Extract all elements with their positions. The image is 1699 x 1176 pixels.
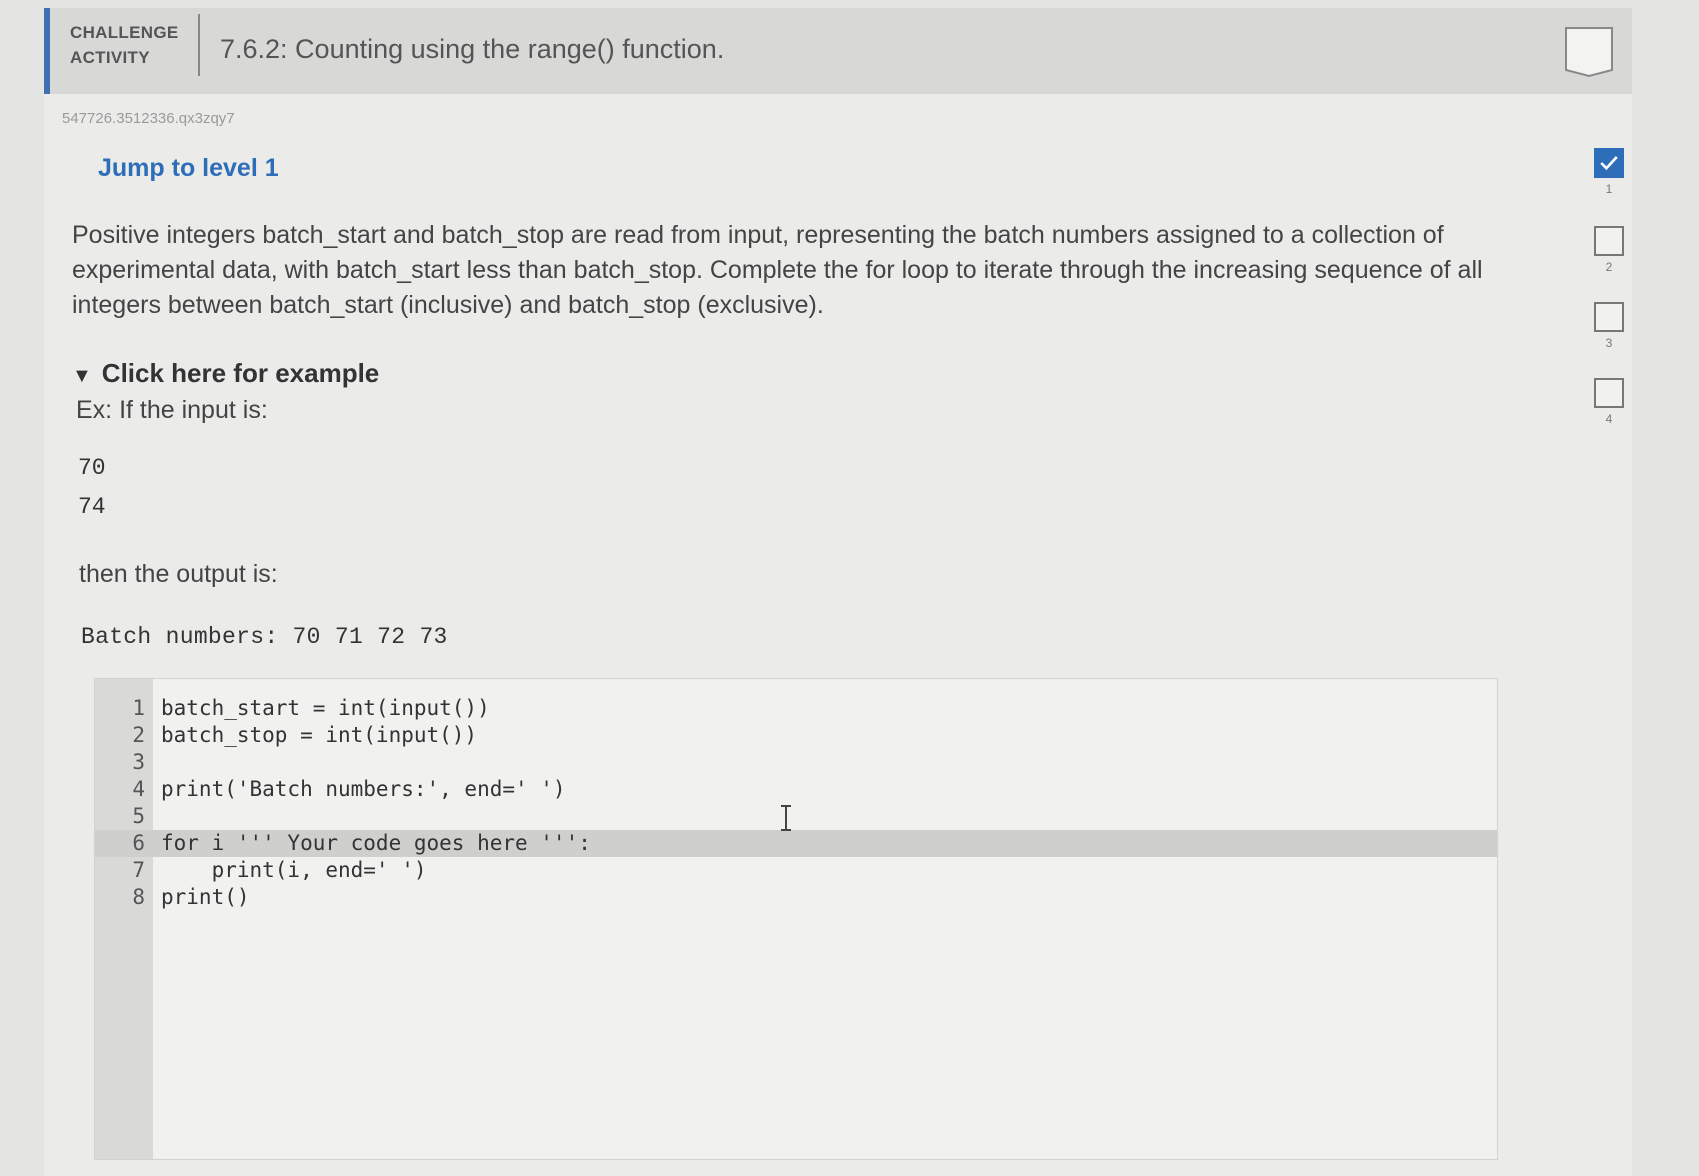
example-toggle-label: Click here for example (101, 358, 380, 388)
code-text[interactable]: print(i, end=' ') (161, 857, 427, 884)
level-number: 1 (1605, 182, 1613, 196)
line-number: 3 (132, 750, 145, 774)
level-number: 3 (1605, 336, 1613, 350)
code-text[interactable]: batch_start = int(input()) (161, 695, 490, 722)
code-text[interactable]: batch_stop = int(input()) (161, 722, 477, 749)
level-3-button[interactable]: 3 (1594, 302, 1628, 350)
code-editor[interactable]: 1 batch_start = int(input()) 2 batch_sto… (94, 678, 1498, 1160)
line-number: 5 (132, 804, 145, 828)
code-line-2[interactable]: 2 batch_stop = int(input()) (95, 722, 1497, 749)
example-output: Batch numbers: 70 71 72 73 (81, 624, 448, 650)
level-navigator: 1 2 3 4 (1594, 148, 1654, 448)
triangle-down-icon: ▼ (72, 365, 92, 387)
level-checkbox[interactable] (1594, 148, 1624, 178)
level-1-button[interactable]: 1 (1594, 148, 1628, 196)
line-number: 2 (132, 723, 145, 747)
level-checkbox[interactable] (1594, 378, 1624, 408)
level-number: 4 (1605, 412, 1613, 426)
code-line-4[interactable]: 4 print('Batch numbers:', end=' ') (95, 776, 1497, 803)
level-checkbox[interactable] (1594, 226, 1624, 256)
shield-badge-icon (1565, 27, 1613, 78)
header-divider (198, 14, 200, 76)
code-line-8[interactable]: 8 print() (95, 884, 1497, 911)
code-line-1[interactable]: 1 batch_start = int(input()) (95, 695, 1497, 722)
line-number: 7 (132, 858, 145, 882)
activity-type-label: CHALLENGE ACTIVITY (70, 23, 179, 67)
level-4-button[interactable]: 4 (1594, 378, 1628, 426)
code-line-6-active[interactable]: 6 for i ''' Your code goes here ''': (95, 830, 1497, 857)
example-input-1: 70 (78, 455, 106, 481)
activity-id: 547726.3512336.qx3zqy7 (62, 110, 235, 127)
text-cursor-icon (781, 805, 791, 831)
problem-description: Positive integers batch_start and batch_… (72, 221, 1483, 319)
activity-header: CHALLENGE ACTIVITY 7.6.2: Counting using… (44, 8, 1632, 94)
code-line-7[interactable]: 7 print(i, end=' ') (95, 857, 1497, 884)
level-checkbox[interactable] (1594, 302, 1624, 332)
line-number: 6 (132, 831, 145, 855)
level-number: 2 (1605, 260, 1613, 274)
code-text[interactable]: for i ''' Your code goes here ''': (161, 830, 591, 857)
code-text[interactable]: print() (161, 884, 250, 911)
example-toggle[interactable]: ▼ Click here for example (72, 358, 379, 389)
check-icon (1600, 156, 1618, 171)
line-number: 8 (132, 885, 145, 909)
code-text[interactable]: print('Batch numbers:', end=' ') (161, 776, 566, 803)
example-input-2: 74 (78, 494, 106, 520)
example-then-text: then the output is: (79, 560, 278, 588)
activity-title: 7.6.2: Counting using the range() functi… (220, 34, 725, 64)
code-line-5[interactable]: 5 (95, 803, 1497, 830)
example-intro: Ex: If the input is: (76, 396, 268, 424)
level-2-button[interactable]: 2 (1594, 226, 1628, 274)
challenge-activity-card: CHALLENGE ACTIVITY 7.6.2: Counting using… (44, 8, 1632, 1176)
jump-to-level-link[interactable]: Jump to level 1 (98, 154, 279, 183)
code-line-3[interactable]: 3 (95, 749, 1497, 776)
line-number: 4 (132, 777, 145, 801)
line-number: 1 (132, 696, 145, 720)
